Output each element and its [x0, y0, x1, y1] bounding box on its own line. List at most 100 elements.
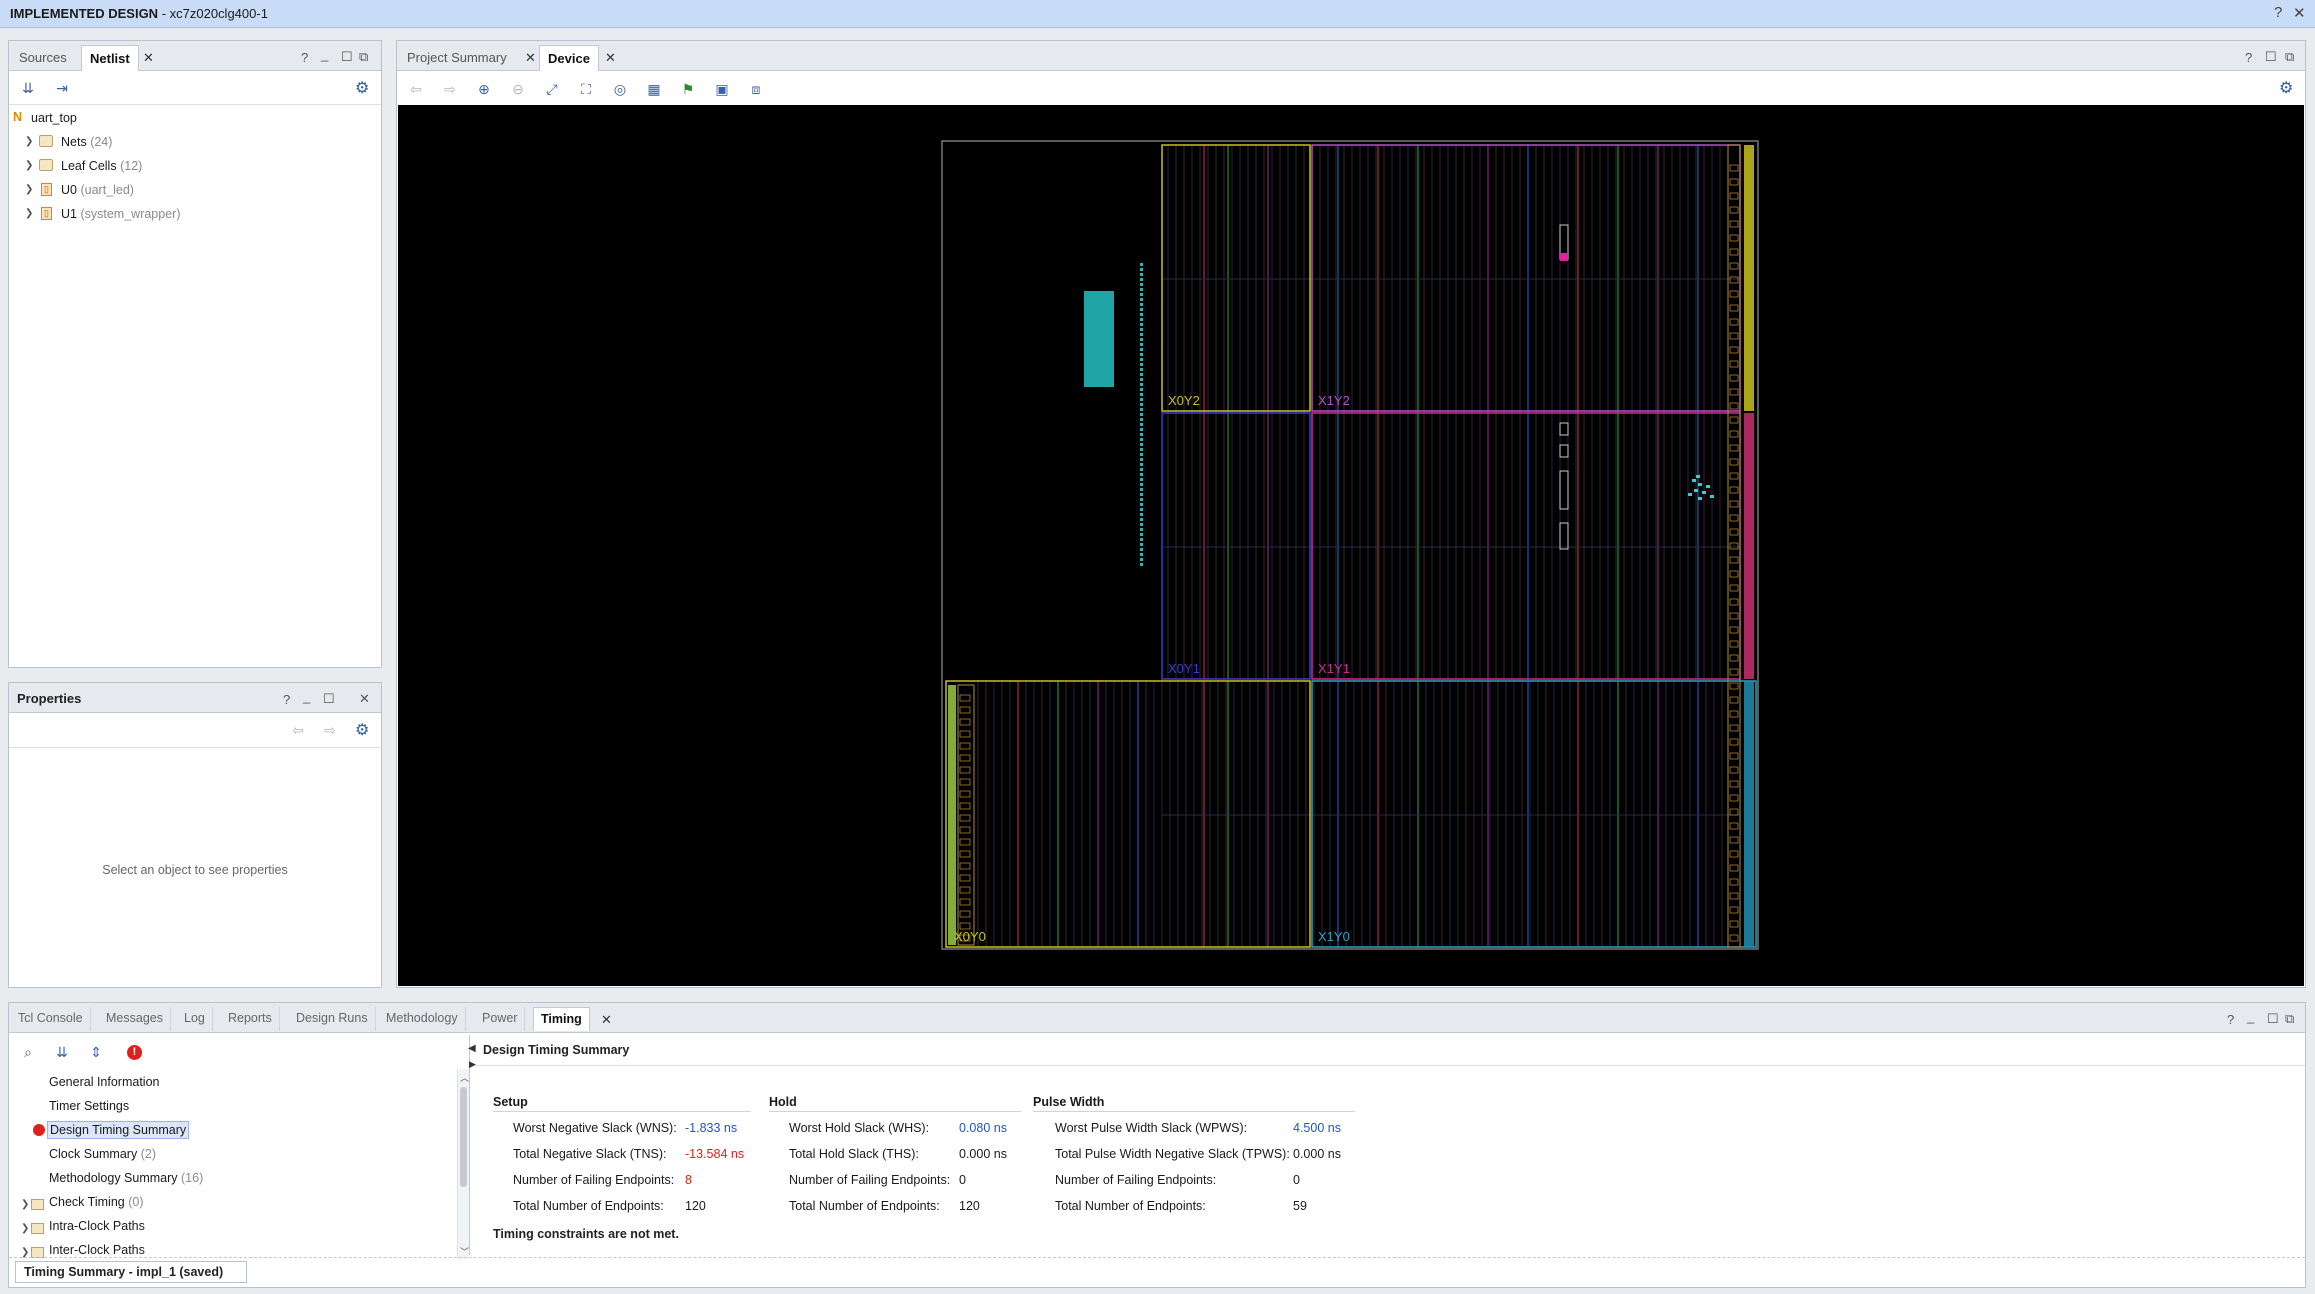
placed-cell	[1140, 533, 1143, 536]
nav-general-information[interactable]: General Information	[49, 1075, 159, 1089]
search-icon[interactable]: ⌕	[17, 1041, 39, 1063]
minimize-icon[interactable]: _	[2247, 1009, 2254, 1024]
nav-item-count: (2)	[140, 1147, 156, 1161]
io-site	[1729, 500, 1739, 508]
help-icon[interactable]: ?	[283, 692, 290, 707]
zoom-out-icon[interactable]: ⊖	[507, 78, 529, 100]
collapse-all-icon[interactable]: ⇊	[51, 1041, 73, 1063]
tab-netlist[interactable]: Netlist	[81, 45, 139, 71]
collapse-all-icon[interactable]: ⇊	[17, 77, 39, 99]
close-icon[interactable]: ✕	[2293, 4, 2306, 22]
nav-intra-clock-paths[interactable]: Intra-Clock Paths	[49, 1219, 145, 1233]
tree-item-u0[interactable]: ❯ ▯ U0 (uart_led)	[9, 181, 381, 201]
minimize-icon[interactable]: _	[303, 689, 310, 704]
chevron-right-icon[interactable]: ❯	[25, 184, 33, 195]
help-icon[interactable]: ?	[2227, 1012, 2234, 1027]
placed-cell	[1140, 303, 1143, 306]
gear-icon[interactable]: ⚙	[2279, 78, 2293, 98]
tab-device[interactable]: Device	[539, 45, 599, 71]
tree-item-nets[interactable]: ❯ Nets (24)	[9, 133, 381, 153]
tab-sources[interactable]: Sources	[11, 45, 75, 71]
back-icon[interactable]: ⇦	[405, 78, 427, 100]
nav-check-timing[interactable]: Check Timing (0)	[49, 1195, 144, 1209]
close-tab-icon[interactable]: ✕	[143, 50, 154, 66]
io-site	[1729, 822, 1739, 830]
float-icon[interactable]: ⧉	[359, 49, 368, 65]
forward-icon[interactable]: ⇨	[439, 78, 461, 100]
io-site	[1729, 388, 1739, 396]
chevron-right-icon[interactable]: ❯	[21, 1199, 29, 1210]
tree-item-u1[interactable]: ❯ ▯ U1 (system_wrapper)	[9, 205, 381, 225]
gear-icon[interactable]: ⚙	[355, 720, 369, 740]
io-site	[1729, 374, 1739, 382]
wpws-value[interactable]: 4.500 ns	[1293, 1121, 1341, 1135]
chevron-right-icon[interactable]: ❯	[25, 208, 33, 219]
tab-log[interactable]: Log	[177, 1007, 213, 1031]
pblock-icon[interactable]: ⚑	[677, 78, 699, 100]
nav-methodology-summary[interactable]: Methodology Summary (16)	[49, 1171, 203, 1185]
tree-item-leaf-cells[interactable]: ❯ Leaf Cells (12)	[9, 157, 381, 177]
tab-tcl-console[interactable]: Tcl Console	[11, 1007, 91, 1031]
tab-design-runs[interactable]: Design Runs	[289, 1007, 376, 1031]
maximize-icon[interactable]: ☐	[323, 691, 335, 707]
timing-summary-tab[interactable]: Timing Summary - impl_1 (saved)	[15, 1261, 247, 1283]
select-area-icon[interactable]: ▣	[711, 78, 733, 100]
io-site	[1729, 486, 1739, 494]
placed-cell	[1140, 318, 1143, 321]
chevron-right-icon[interactable]: ❯	[21, 1223, 29, 1234]
close-tab-icon[interactable]: ✕	[525, 50, 536, 66]
placed-cell	[1710, 495, 1714, 498]
scrollbar-thumb[interactable]	[460, 1087, 467, 1187]
chevron-right-icon[interactable]: ❯	[25, 136, 33, 147]
back-icon[interactable]: ⇦	[287, 719, 309, 741]
tree-root[interactable]: N uart_top	[9, 109, 381, 129]
minimize-icon[interactable]: _	[321, 47, 328, 62]
hierarchical-cell-icon: ▯	[41, 207, 52, 220]
ths-label: Total Hold Slack (THS):	[789, 1147, 919, 1161]
maximize-icon[interactable]: ☐	[341, 49, 353, 65]
nav-design-timing-summary[interactable]: Design Timing Summary	[47, 1121, 190, 1139]
hold-failing-label: Number of Failing Endpoints:	[789, 1173, 951, 1187]
zoom-fit-icon[interactable]: ⤢	[541, 78, 563, 100]
save-icon[interactable]: ⇥	[51, 77, 73, 99]
help-icon[interactable]: ?	[301, 50, 308, 65]
tree-item-count: (system_wrapper)	[80, 207, 181, 221]
error-filter-icon[interactable]: !	[127, 1045, 142, 1060]
tab-timing[interactable]: Timing	[533, 1007, 590, 1031]
tpws-label: Total Pulse Width Negative Slack (TPWS):	[1055, 1147, 1290, 1161]
nav-inter-clock-paths[interactable]: Inter-Clock Paths	[49, 1243, 145, 1257]
routing-resources-icon[interactable]: ▦	[643, 78, 665, 100]
float-icon[interactable]: ⧉	[2285, 49, 2294, 65]
tab-power[interactable]: Power	[475, 1007, 526, 1031]
autofit-icon[interactable]: ◎	[609, 78, 631, 100]
expand-all-icon[interactable]: ⇕	[85, 1041, 107, 1063]
float-icon[interactable]: ⧉	[2285, 1011, 2294, 1027]
help-icon[interactable]: ?	[2274, 4, 2282, 21]
scroll-up-icon[interactable]: ︿	[460, 1071, 469, 1084]
gear-icon[interactable]: ⚙	[355, 78, 369, 98]
whs-value[interactable]: 0.080 ns	[959, 1121, 1007, 1135]
nav-scrollbar[interactable]: ︿ ﹀	[457, 1069, 469, 1259]
placed-cell	[1559, 422, 1569, 436]
forward-icon[interactable]: ⇨	[319, 719, 341, 741]
nav-timer-settings[interactable]: Timer Settings	[49, 1099, 129, 1113]
maximize-icon[interactable]: ☐	[2265, 49, 2277, 65]
device-canvas[interactable]: X0Y2 X1Y2 X0Y1 X1Y1 X0Y0 X1Y0	[398, 105, 2304, 986]
collapse-left-icon[interactable]: ◀	[468, 1043, 476, 1054]
zoom-in-icon[interactable]: ⊕	[473, 78, 495, 100]
wns-value[interactable]: -1.833 ns	[685, 1121, 737, 1135]
region-label-x1y0: X1Y0	[1318, 929, 1350, 944]
tab-methodology[interactable]: Methodology	[379, 1007, 466, 1031]
tab-messages[interactable]: Messages	[99, 1007, 171, 1031]
maximize-icon[interactable]: ☐	[2267, 1011, 2279, 1027]
close-tab-icon[interactable]: ✕	[605, 50, 616, 66]
chevron-right-icon[interactable]: ❯	[25, 160, 33, 171]
tab-reports[interactable]: Reports	[221, 1007, 280, 1031]
show-connectivity-icon[interactable]: ⧈	[745, 78, 767, 100]
nav-clock-summary[interactable]: Clock Summary (2)	[49, 1147, 156, 1161]
close-icon[interactable]: ✕	[359, 691, 370, 707]
close-tab-icon[interactable]: ✕	[601, 1012, 612, 1028]
help-icon[interactable]: ?	[2245, 50, 2252, 65]
tab-project-summary[interactable]: Project Summary	[399, 45, 515, 71]
zoom-selected-icon[interactable]: ⛶	[575, 78, 597, 100]
